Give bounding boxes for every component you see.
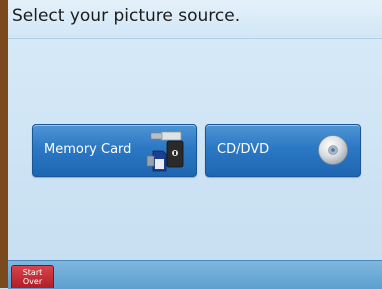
cd-dvd-button[interactable]: CD/DVD (205, 124, 361, 177)
start-over-label-line1: Start (22, 268, 43, 277)
page-title: Select your picture source. (12, 6, 241, 26)
start-over-label-line2: Over (22, 277, 43, 286)
cd-dvd-label: CD/DVD (217, 142, 270, 157)
memory-card-label: Memory Card (44, 142, 132, 157)
header-bar: Select your picture source. (8, 0, 382, 39)
disc-icon (318, 135, 348, 165)
footer-bar (8, 260, 382, 289)
memory-card-button[interactable]: Memory Card (32, 124, 197, 177)
memory-card-icon (146, 131, 184, 172)
start-over-button[interactable]: Start Over (11, 265, 54, 288)
